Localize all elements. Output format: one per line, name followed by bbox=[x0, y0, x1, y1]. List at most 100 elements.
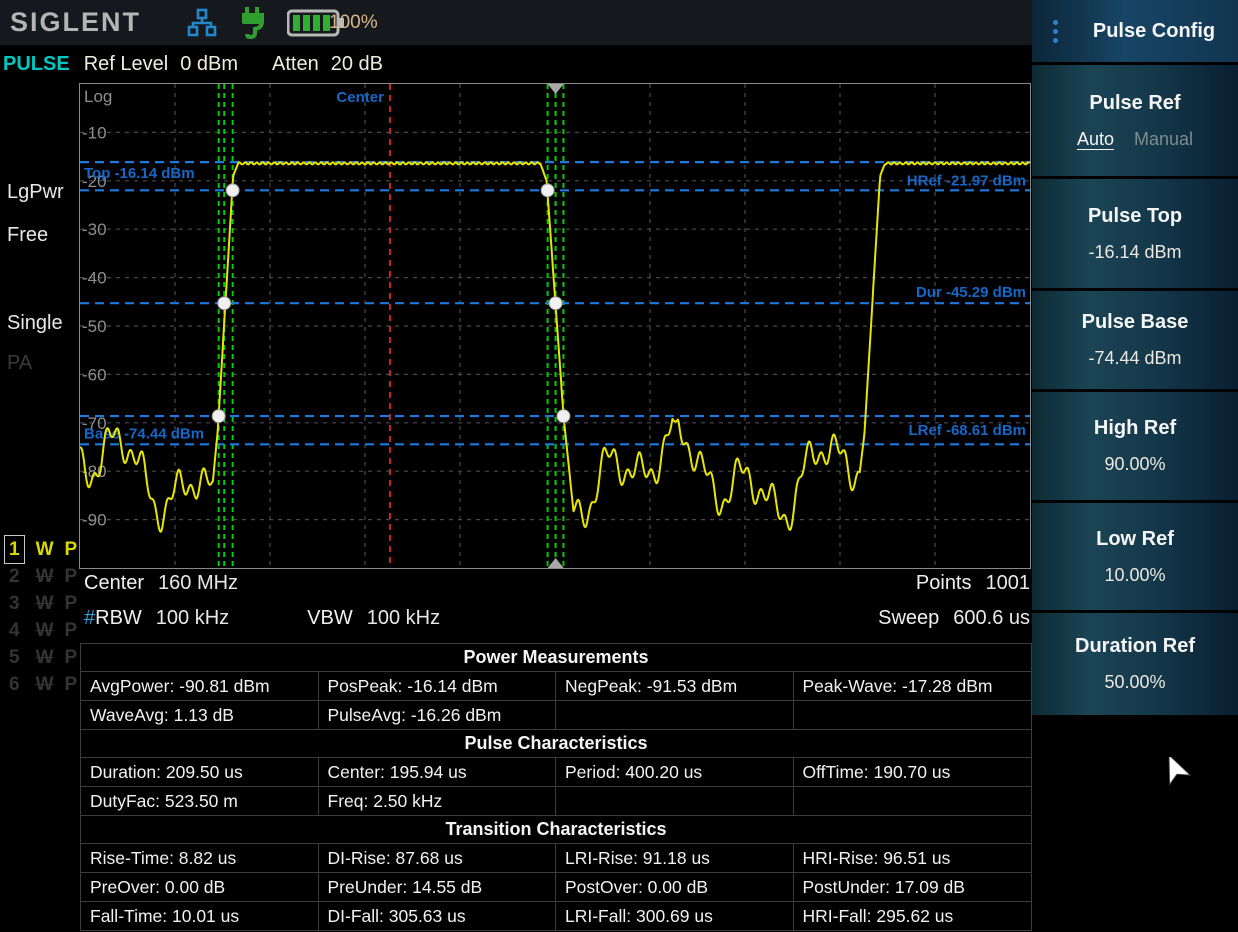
menu-button-pulse-ref[interactable]: Pulse RefAutoManual bbox=[1032, 62, 1238, 176]
table-cell: Peak-Wave: -17.28 dBm bbox=[794, 672, 1032, 701]
trace-row-6[interactable]: 6WP bbox=[4, 671, 77, 698]
table-cell: DI-Fall: 305.63 us bbox=[319, 902, 557, 931]
menu-button-duration-ref[interactable]: Duration Ref 50.00% bbox=[1032, 610, 1238, 715]
table-cell bbox=[794, 787, 1032, 816]
sweep: Sweep600.6 us bbox=[878, 607, 1030, 630]
menu-button-label: Low Ref bbox=[1096, 528, 1174, 551]
ref-level-value: 0 dBm bbox=[180, 53, 238, 75]
table-row: Duration: 209.50 usCenter: 195.94 usPeri… bbox=[81, 758, 1031, 787]
svg-text:-90: -90 bbox=[82, 511, 107, 530]
menu-button-low-ref[interactable]: Low Ref 10.00% bbox=[1032, 500, 1238, 610]
trace-row-1[interactable]: 1WP bbox=[4, 536, 77, 563]
table-cell: Fall-Time: 10.01 us bbox=[81, 902, 319, 931]
menu-button-value: -74.44 dBm bbox=[1088, 348, 1181, 369]
table-row: WaveAvg: 1.13 dBPulseAvg: -16.26 dBm bbox=[81, 701, 1031, 730]
rbw-value: 100 kHz bbox=[156, 607, 229, 629]
menu-title: Pulse Config bbox=[1070, 20, 1238, 43]
trace-list: 1WP2WP3WP4WP5WP6WP bbox=[4, 536, 77, 698]
menu-button-pulse-base[interactable]: Pulse Base -74.44 dBm bbox=[1032, 288, 1238, 389]
table-cell: PreUnder: 14.55 dB bbox=[319, 873, 557, 902]
table-cell: HRI-Fall: 295.62 us bbox=[794, 902, 1032, 931]
svg-text:Log: Log bbox=[84, 87, 112, 106]
table-cell: Freq: 2.50 kHz bbox=[319, 787, 557, 816]
svg-text:LRef -68.61 dBm: LRef -68.61 dBm bbox=[908, 422, 1026, 439]
svg-text:-30: -30 bbox=[82, 220, 107, 239]
menu-button-value: 10.00% bbox=[1104, 565, 1165, 586]
menu-button-pulse-top[interactable]: Pulse Top-16.14 dBm bbox=[1032, 176, 1238, 288]
trace-write-flag: W bbox=[36, 536, 54, 563]
table-row: Rise-Time: 8.82 usDI-Rise: 87.68 usLRI-R… bbox=[81, 844, 1031, 873]
table-cell bbox=[556, 787, 794, 816]
ref-level[interactable]: Ref Level 0 dBm bbox=[84, 53, 238, 76]
trace-detector-flag: P bbox=[65, 563, 78, 590]
ref-level-label: Ref Level bbox=[84, 53, 169, 75]
table-cell bbox=[794, 701, 1032, 730]
svg-text:Top -16.14 dBm: Top -16.14 dBm bbox=[84, 165, 195, 182]
svg-text:Base -74.44 dBm: Base -74.44 dBm bbox=[84, 425, 204, 442]
sidebar-menu: Pulse Config Pulse RefAutoManualPulse To… bbox=[1032, 0, 1238, 715]
menu-button-value: 50.00% bbox=[1104, 672, 1165, 693]
rbw[interactable]: #RBW100 kHz bbox=[84, 607, 229, 630]
trace-number: 2 bbox=[4, 562, 25, 591]
sweep-value: 600.6 us bbox=[953, 607, 1030, 629]
table-row: PreOver: 0.00 dBPreUnder: 14.55 dBPostOv… bbox=[81, 873, 1031, 902]
trace-number: 4 bbox=[4, 616, 25, 645]
table-row: DutyFac: 523.50 mFreq: 2.50 kHz bbox=[81, 787, 1031, 816]
trace-row-4[interactable]: 4WP bbox=[4, 617, 77, 644]
menu-button-value: 90.00% bbox=[1104, 454, 1165, 475]
center-label: Center bbox=[84, 572, 144, 594]
mode-label: PULSE bbox=[3, 53, 70, 76]
trace-number: 1 bbox=[4, 535, 25, 564]
table-cell: Period: 400.20 us bbox=[556, 758, 794, 787]
pulse-chart: Log-10-20-30-40-50-60-70-80-90CenterTop … bbox=[79, 83, 1031, 569]
trace-write-flag: W bbox=[36, 644, 54, 671]
svg-text:Dur -45.29 dBm: Dur -45.29 dBm bbox=[916, 284, 1026, 301]
table-cell: NegPeak: -91.53 dBm bbox=[556, 672, 794, 701]
table-cell: Duration: 209.50 us bbox=[81, 758, 319, 787]
menu-button-label: Pulse Top bbox=[1088, 205, 1182, 228]
menu-header[interactable]: Pulse Config bbox=[1032, 0, 1238, 62]
trace-number: 6 bbox=[4, 670, 25, 699]
atten-value: 20 dB bbox=[331, 53, 383, 75]
brand-logo: SIGLENT bbox=[10, 7, 141, 38]
option-manual[interactable]: Manual bbox=[1134, 129, 1193, 150]
vbw-label: VBW bbox=[307, 607, 353, 629]
table-cell: DutyFac: 523.50 m bbox=[81, 787, 319, 816]
center-frequency[interactable]: Center 160 MHz bbox=[84, 572, 238, 595]
svg-text:-60: -60 bbox=[82, 365, 107, 384]
annunciator-free: Free bbox=[7, 224, 48, 247]
trace-detector-flag: P bbox=[65, 644, 78, 671]
svg-text:-50: -50 bbox=[82, 317, 107, 336]
atten[interactable]: Atten20 dB bbox=[272, 53, 383, 76]
annunciator-lgpwr: LgPwr bbox=[7, 181, 64, 204]
svg-text:-10: -10 bbox=[82, 123, 107, 142]
table-cell: LRI-Fall: 300.69 us bbox=[556, 902, 794, 931]
trace-row-3[interactable]: 3WP bbox=[4, 590, 77, 617]
svg-text:Center: Center bbox=[336, 89, 384, 106]
table-title-1: Pulse Characteristics bbox=[81, 730, 1031, 758]
vbw[interactable]: VBW100 kHz bbox=[307, 607, 440, 630]
table-cell: HRI-Rise: 96.51 us bbox=[794, 844, 1032, 873]
table-cell: PreOver: 0.00 dB bbox=[81, 873, 319, 902]
trace-write-flag: W bbox=[36, 563, 54, 590]
trace-write-flag: W bbox=[36, 590, 54, 617]
chart-canvas: Log-10-20-30-40-50-60-70-80-90CenterTop … bbox=[80, 84, 1030, 568]
option-auto[interactable]: Auto bbox=[1077, 129, 1114, 150]
center-value: 160 MHz bbox=[158, 572, 238, 594]
table-cell: AvgPower: -90.81 dBm bbox=[81, 672, 319, 701]
status-bar: SIGLENT 100% bbox=[0, 0, 1032, 45]
trace-row-5[interactable]: 5WP bbox=[4, 644, 77, 671]
menu-button-label: Pulse Base bbox=[1082, 311, 1189, 334]
menu-button-high-ref[interactable]: High Ref90.00% bbox=[1032, 389, 1238, 500]
menu-kebab-icon bbox=[1040, 20, 1070, 43]
menu-button-label: Duration Ref bbox=[1075, 635, 1195, 658]
trace-row-2[interactable]: 2WP bbox=[4, 563, 77, 590]
trace-detector-flag: P bbox=[65, 590, 78, 617]
measurement-header: PULSE Ref Level 0 dBm Atten20 dB bbox=[0, 45, 1032, 83]
table-cell bbox=[556, 701, 794, 730]
mouse-cursor bbox=[1162, 757, 1192, 789]
table-cell: PosPeak: -16.14 dBm bbox=[319, 672, 557, 701]
table-cell: LRI-Rise: 91.18 us bbox=[556, 844, 794, 873]
svg-text:HRef -21.97 dBm: HRef -21.97 dBm bbox=[907, 172, 1026, 189]
measurement-tables: Power MeasurementsAvgPower: -90.81 dBmPo… bbox=[80, 643, 1032, 931]
